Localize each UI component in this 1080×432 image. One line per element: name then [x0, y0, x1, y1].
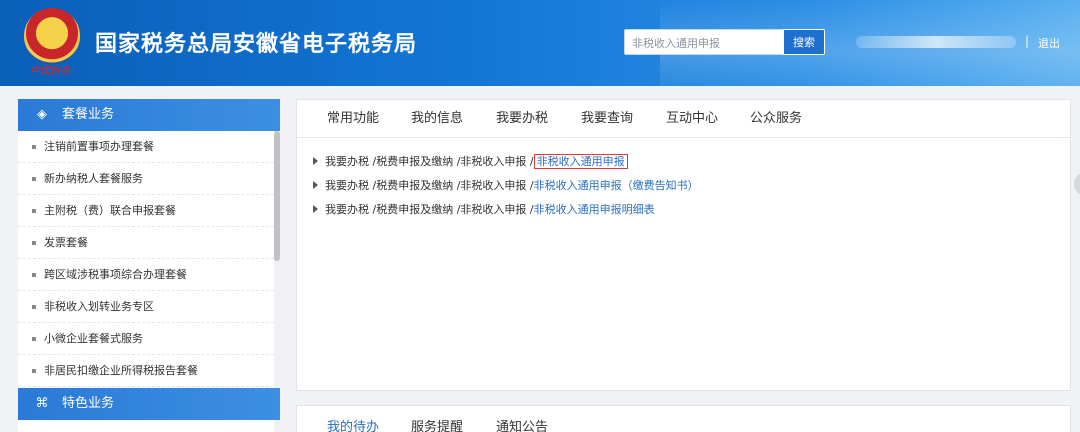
sidebar-item[interactable]: 发票套餐	[18, 227, 274, 259]
search-button[interactable]: 搜索	[783, 29, 825, 55]
sidebar-item-label: 小微企业套餐式服务	[44, 332, 143, 345]
result-path: 我要办税 /税费申报及缴纳 /非税收入申报 /	[325, 203, 534, 216]
sidebar-section-special[interactable]: ⌘ 特色业务	[18, 388, 280, 420]
sidebar-item[interactable]: 新办纳税人套餐服务	[18, 163, 274, 195]
sidebar-item-label: 新办纳税人套餐服务	[44, 172, 143, 185]
bullet-icon	[32, 177, 36, 181]
result-link[interactable]: 非税收入通用申报明细表	[534, 203, 655, 216]
search-result-list: 我要办税 /税费申报及缴纳 /非税收入申报 / 非税收入通用申报 我要办税 /税费…	[313, 150, 699, 222]
result-link[interactable]: 非税收入通用申报（缴费告知书）	[534, 179, 699, 192]
result-row: 我要办税 /税费申报及缴纳 /非税收入申报 /非税收入通用申报（缴费告知书）	[313, 174, 699, 198]
bullet-icon	[32, 369, 36, 373]
sidebar-item[interactable]: 小微企业套餐式服务	[18, 323, 274, 355]
sidebar-item-label: 主附税（费）联合申报套餐	[44, 204, 176, 217]
layers-icon: ◈	[37, 107, 47, 122]
sidebar-item[interactable]: 非居民扣缴企业所得税报告套餐	[18, 355, 274, 387]
result-row: 我要办税 /税费申报及缴纳 /非税收入申报 /非税收入通用申报明细表	[313, 198, 699, 222]
triangle-right-icon	[313, 181, 318, 189]
result-link[interactable]: 非税收入通用申报	[533, 154, 628, 169]
bullet-icon	[32, 145, 36, 149]
result-path: 我要办税 /税费申报及缴纳 /非税收入申报 /	[325, 179, 534, 192]
national-emblem-icon	[24, 8, 80, 64]
site-title: 国家税务总局安徽省电子税务局	[95, 32, 418, 57]
sidebar-item-label: 注销前置事项办理套餐	[44, 140, 154, 153]
sidebar-item-label: 非税收入划转业务专区	[44, 300, 154, 313]
sidebar: ◈ 套餐业务 注销前置事项办理套餐 新办纳税人套餐服务 主附税（费）联合申报套餐…	[18, 99, 280, 432]
tab-query[interactable]: 我要查询	[581, 100, 633, 138]
sidebar-item-label: 非居民扣缴企业所得税报告套餐	[44, 364, 198, 377]
sidebar-section-package[interactable]: ◈ 套餐业务	[18, 99, 280, 131]
result-path: 我要办税 /税费申报及缴纳 /非税收入申报 /	[325, 155, 534, 168]
brand-script: 中国税务	[30, 66, 70, 77]
sidebar-item[interactable]: 主附税（费）联合申报套餐	[18, 195, 274, 227]
tab-bar: 常用功能 我的信息 我要办税 我要查询 互动中心 公众服务	[297, 100, 1070, 138]
result-row: 我要办税 /税费申报及缴纳 /非税收入申报 / 非税收入通用申报	[313, 150, 699, 174]
tab-my-info[interactable]: 我的信息	[411, 100, 463, 138]
tab-service-reminder[interactable]: 服务提醒	[411, 416, 463, 432]
sidebar-menu: 注销前置事项办理套餐 新办纳税人套餐服务 主附税（费）联合申报套餐 发票套餐 跨…	[18, 131, 274, 387]
side-scroll-handle[interactable]	[1074, 172, 1080, 196]
bullet-icon	[32, 209, 36, 213]
tab-tax-handling[interactable]: 我要办税	[496, 100, 548, 138]
tab-interaction[interactable]: 互动中心	[666, 100, 718, 138]
tab-my-todo[interactable]: 我的待办	[327, 416, 379, 432]
user-name-redacted	[856, 36, 1016, 48]
sidebar-section-label: 特色业务	[62, 396, 115, 411]
tab-common-functions[interactable]: 常用功能	[327, 100, 379, 138]
logout-link[interactable]: 退出	[1038, 35, 1060, 51]
bullet-icon	[32, 273, 36, 277]
star-icon: ★	[45, 20, 58, 36]
todo-panel: 我的待办 服务提醒 通知公告	[296, 405, 1071, 432]
function-panel: 常用功能 我的信息 我要办税 我要查询 互动中心 公众服务 我要办税 /税费申报…	[296, 99, 1071, 391]
sidebar-item-label: 跨区域涉税事项综合办理套餐	[44, 268, 187, 281]
sidebar-scrollbar-thumb[interactable]	[274, 131, 280, 261]
sidebar-item[interactable]: 非税收入划转业务专区	[18, 291, 274, 323]
tab-announcements[interactable]: 通知公告	[496, 416, 548, 432]
sidebar-item[interactable]: 注销前置事项办理套餐	[18, 131, 274, 163]
sidebar-section-label: 套餐业务	[62, 107, 115, 122]
bullet-icon	[32, 241, 36, 245]
triangle-right-icon	[313, 205, 318, 213]
bullet-icon	[32, 337, 36, 341]
header-bar: ★ 中国税务 国家税务总局安徽省电子税务局 非税收入通用申报 搜索 | 退出	[0, 0, 1080, 86]
search-input[interactable]: 非税收入通用申报	[624, 29, 784, 55]
triangle-right-icon	[313, 157, 318, 165]
tab-public-service[interactable]: 公众服务	[750, 100, 802, 138]
command-icon: ⌘	[35, 396, 49, 411]
header-separator: |	[1025, 34, 1030, 48]
sidebar-item-label: 发票套餐	[44, 236, 88, 249]
sidebar-item[interactable]: 跨区域涉税事项综合办理套餐	[18, 259, 274, 291]
bullet-icon	[32, 305, 36, 309]
